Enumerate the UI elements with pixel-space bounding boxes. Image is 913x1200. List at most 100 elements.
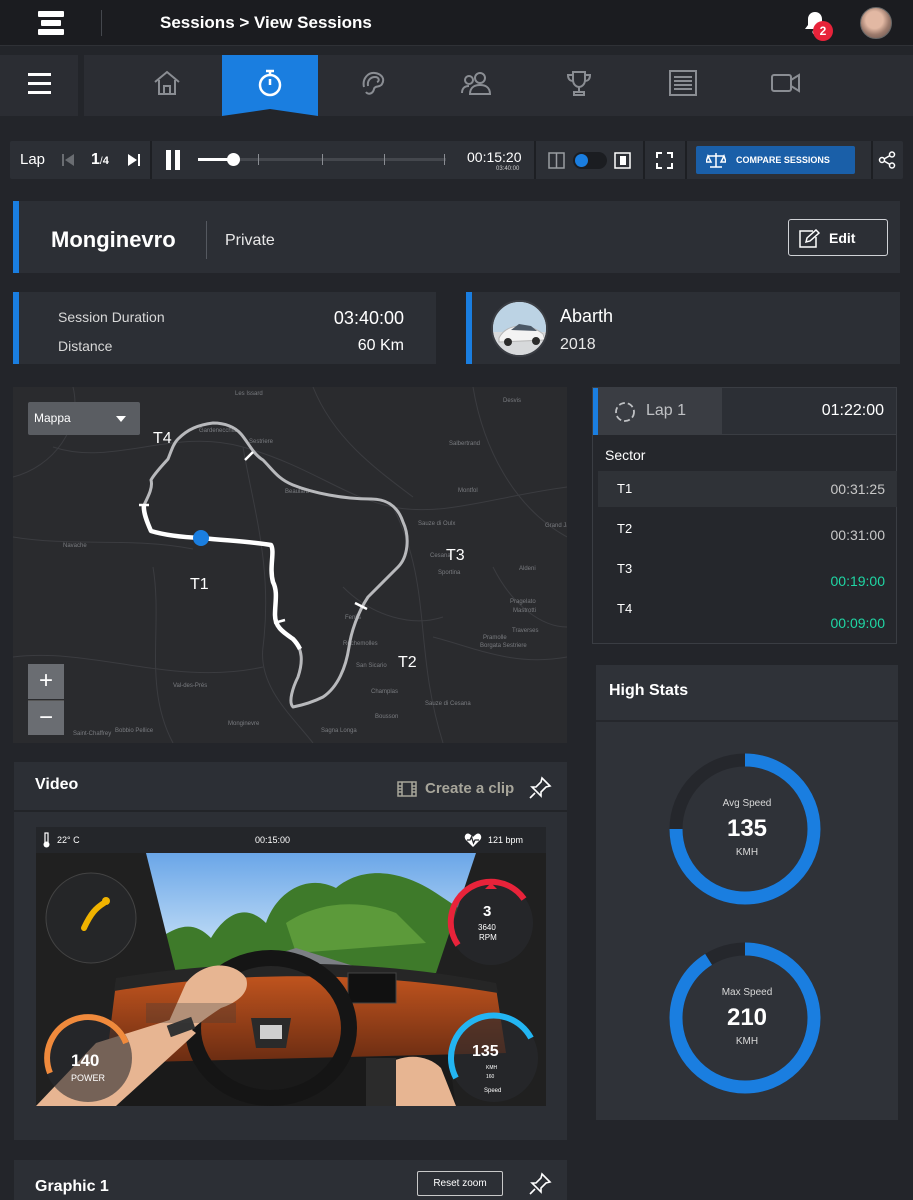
gear-value: 3 <box>483 903 492 920</box>
session-visibility: Private <box>225 232 275 249</box>
track-icon[interactable] <box>326 55 422 116</box>
pin-icon[interactable] <box>528 776 552 800</box>
lap-label: Lap 1 <box>646 402 687 419</box>
list-icon[interactable] <box>635 55 731 116</box>
map-place-label: Saint-Chaffrey <box>73 731 111 737</box>
single-view-icon[interactable] <box>614 152 631 169</box>
video-player[interactable]: 140 POWER 3 3640 RPM 135 KMH 160 Speed <box>36 853 546 1106</box>
sectors-table: Sector T1 00:31:25 T2 00:31:00 T3 00:19:… <box>592 435 897 644</box>
current-time: 00:15:20 <box>467 149 522 165</box>
top-bar: Sessions > View Sessions 2 <box>0 0 913 46</box>
high-stats-title: High Stats <box>609 682 689 699</box>
map-place-label: Navache <box>63 543 87 549</box>
car-make: Abarth <box>560 306 614 326</box>
map-place-label: Sestriere <box>249 439 274 445</box>
total-time: 03:40:00 <box>496 166 520 172</box>
playback-bar: Lap 1/4 00:15:20 03:40:00 COMPARE SESSIO… <box>10 141 903 179</box>
sector-row[interactable]: T4 00:09:00 <box>598 591 897 631</box>
video-overlay-header: 22° C 00:15:00 121 bpm <box>36 827 546 853</box>
nav-icons <box>84 55 913 116</box>
divider <box>206 221 207 259</box>
video-time: 00:15:00 <box>255 835 291 845</box>
duration-label: Session Duration <box>58 309 165 325</box>
sector-row[interactable]: T3 00:19:00 <box>598 551 897 589</box>
view-toggle[interactable] <box>573 152 607 169</box>
car-position-marker[interactable] <box>193 530 209 546</box>
map-canvas: Les IssardDesvisGardenecchiaSestriereBea… <box>13 387 567 743</box>
rpm-value: 3640 <box>478 923 496 932</box>
menu-icon[interactable] <box>0 55 78 116</box>
trophy-icon[interactable] <box>531 55 627 116</box>
scale-icon <box>706 153 726 168</box>
active-indicator <box>222 109 318 116</box>
divider <box>150 141 152 179</box>
turn-label: T1 <box>190 576 209 593</box>
map-type-select[interactable]: Mappa <box>28 402 140 435</box>
divider <box>871 141 873 179</box>
slider-handle[interactable] <box>226 153 240 166</box>
sector-name: T2 <box>617 521 633 536</box>
power-value: 140 <box>71 1051 100 1070</box>
users-icon[interactable] <box>427 55 523 116</box>
turn-label: T4 <box>153 430 172 447</box>
map-place-label: Montfol <box>458 488 478 494</box>
speed-max: 160 <box>486 1074 495 1080</box>
rpm-label: RPM <box>479 933 497 942</box>
map-place-label: Bousson <box>375 714 398 720</box>
sector-row[interactable]: T1 00:31:25 <box>598 471 897 507</box>
sector-time: 00:31:25 <box>830 481 886 497</box>
home-icon[interactable] <box>119 55 215 116</box>
turn-label: T3 <box>446 547 465 564</box>
lap-selector[interactable]: Lap 1 <box>598 388 722 435</box>
session-header: Monginevro Private Edit <box>13 201 900 273</box>
lap-label: Lap <box>20 151 46 168</box>
map-place-label: Traverses <box>512 628 538 634</box>
next-lap-icon[interactable] <box>127 153 141 167</box>
sector-title: Sector <box>605 447 646 463</box>
stopwatch-icon[interactable] <box>222 55 318 116</box>
share-icon[interactable] <box>878 151 896 169</box>
divider <box>14 810 567 812</box>
playback-slider[interactable] <box>198 153 446 166</box>
speed-value: 135 <box>472 1043 499 1060</box>
heart-rate: 121 bpm <box>488 835 524 845</box>
sector-name: T3 <box>617 561 633 576</box>
sector-row[interactable]: T2 00:31:00 <box>598 511 897 547</box>
accent-bar <box>466 292 472 364</box>
video-icon[interactable] <box>737 55 833 116</box>
edit-icon <box>799 229 820 248</box>
temperature: 22° C <box>57 835 80 845</box>
compare-label: COMPARE SESSIONS <box>736 155 830 165</box>
video-title: Video <box>35 776 79 793</box>
speed-label: Speed <box>484 1088 502 1094</box>
power-label: POWER <box>71 1073 106 1083</box>
map-place-label: Salbertrand <box>449 441 480 447</box>
map-place-label: Sauze di Oulx <box>418 521 455 527</box>
zoom-out-button[interactable]: − <box>28 700 64 735</box>
map-place-label: Desvis <box>503 398 521 404</box>
compare-sessions-button[interactable]: COMPARE SESSIONS <box>696 146 855 174</box>
pin-icon[interactable] <box>528 1172 552 1196</box>
edit-button[interactable]: Edit <box>788 219 888 256</box>
turn-label: T2 <box>398 654 417 671</box>
high-stats-panel: High Stats Avg Speed 135 KMH Max Speed 2… <box>596 665 898 1120</box>
edit-label: Edit <box>829 230 856 246</box>
track-map[interactable]: Les Issard Desvis Gardenecchia Sestriere Bea… <box>13 387 567 743</box>
fullscreen-icon[interactable] <box>656 152 673 169</box>
divider <box>643 141 645 179</box>
map-place-label: Sauze di Cesana <box>425 701 471 707</box>
avatar[interactable] <box>860 7 892 39</box>
pause-icon[interactable] <box>164 150 182 170</box>
map-place-label: Champlas <box>371 689 398 695</box>
zoom-in-button[interactable]: + <box>28 664 64 699</box>
app-logo-icon[interactable] <box>38 11 64 35</box>
map-place-label: Mastrotti <box>513 608 536 614</box>
map-type-value: Mappa <box>34 411 71 425</box>
reset-zoom-button[interactable]: Reset zoom <box>417 1171 503 1196</box>
map-place-label: Pramolle <box>483 635 507 641</box>
avg-speed-unit: KMH <box>735 847 759 858</box>
split-view-icon[interactable] <box>548 152 565 169</box>
car-year: 2018 <box>560 336 596 353</box>
previous-lap-icon[interactable] <box>61 153 75 167</box>
lap-counter: 1/4 <box>91 151 109 168</box>
